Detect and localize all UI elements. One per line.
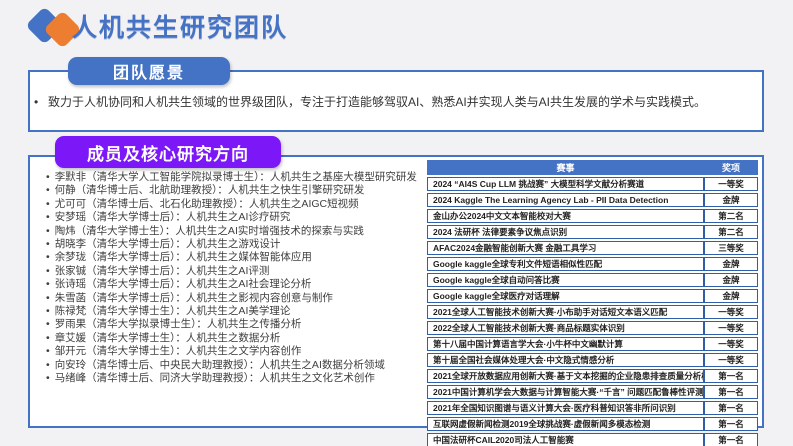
member-item: 陈禄梵（清华大学博士生）：人机共生之AI美学理论 — [46, 305, 431, 318]
awards-header-prize: 奖项 — [704, 160, 758, 175]
awards-row: 2021年全国知识图谱与语义计算大会·医疗科普知识答非所问识别第一名 — [427, 401, 758, 415]
awards-row: Google kaggle全球医疗对话理解金牌 — [427, 289, 758, 303]
award-prize: 金牌 — [704, 273, 758, 287]
award-prize: 金牌 — [704, 193, 758, 207]
member-item: 张家铖（清华大学博士后）：人机共生之AI评测 — [46, 265, 431, 278]
member-list: 李默非（清华大学人工智能学院拟录博士生）：人机共生之基座大模型研究研发何静（清华… — [46, 171, 431, 386]
member-item: 马绪峰（清华博士后、同济大学助理教授）：人机共生之文化艺术创作 — [46, 372, 431, 385]
award-prize: 一等奖 — [704, 177, 758, 191]
member-item: 李默非（清华大学人工智能学院拟录博士生）：人机共生之基座大模型研究研发 — [46, 171, 431, 184]
award-event: 2024 法研杯 法律要素争议焦点识别 — [427, 225, 704, 239]
slide: 人机共生研究团队 团队愿景 • 致力于人机协同和人机共生领域的世界级团队，专注于… — [0, 0, 793, 446]
awards-header-event: 赛事 — [427, 160, 704, 175]
award-prize: 第二名 — [704, 209, 758, 223]
member-item: 安梦瑶（清华大学博士后）：人机共生之AI诊疗研究 — [46, 211, 431, 224]
vision-label: 团队愿景 — [68, 57, 230, 85]
awards-row: 2021全球开放数据应用创新大赛·基于文本挖掘的企业隐患排查质量分析模型第一名 — [427, 369, 758, 383]
award-prize: 金牌 — [704, 289, 758, 303]
member-item: 罗雨果（清华大学拟录博士生）：人机共生之传播分析 — [46, 318, 431, 331]
bullet-dot: • — [34, 94, 48, 110]
award-prize: 第一名 — [704, 401, 758, 415]
award-event: Google kaggle全球自动问答比赛 — [427, 273, 704, 287]
award-event: 2024 “AI4S Cup LLM 挑战赛” 大模型科学文献分析赛道 — [427, 177, 704, 191]
member-item: 朱雪菡（清华大学博士后）：人机共生之影视内容创意与制作 — [46, 292, 431, 305]
award-event: 2021年全国知识图谱与语义计算大会·医疗科普知识答非所问识别 — [427, 401, 704, 415]
award-event: 2022全球人工智能技术创新大赛·商品标题实体识别 — [427, 321, 704, 335]
award-prize: 三等奖 — [704, 241, 758, 255]
award-prize: 一等奖 — [704, 353, 758, 367]
awards-row: 中国法研杯CAIL2020司法人工智能赛第一名 — [427, 433, 758, 446]
awards-row: 2024 “AI4S Cup LLM 挑战赛” 大模型科学文献分析赛道一等奖 — [427, 177, 758, 191]
member-item: 何静（清华博士后、北航助理教授）：人机共生之快生引擎研究研发 — [46, 184, 431, 197]
awards-table-body: 2024 “AI4S Cup LLM 挑战赛” 大模型科学文献分析赛道一等奖20… — [427, 177, 758, 446]
awards-row: 第十届全国社会媒体处理大会·中文隐式情感分析一等奖 — [427, 353, 758, 367]
award-event: 第十八届中国计算语言学大会·小牛杯中文幽默计算 — [427, 337, 704, 351]
awards-row: AFAC2024金融智能创新大赛 金融工具学习三等奖 — [427, 241, 758, 255]
award-event: Google kaggle全球专利文件短语相似性匹配 — [427, 257, 704, 271]
awards-table: 赛事 奖项 2024 “AI4S Cup LLM 挑战赛” 大模型科学文献分析赛… — [427, 158, 758, 446]
award-event: 2024 Kaggle The Learning Agency Lab - PI… — [427, 193, 704, 207]
award-prize: 第一名 — [704, 369, 758, 383]
awards-row: 2024 Kaggle The Learning Agency Lab - PI… — [427, 193, 758, 207]
awards-row: 2022全球人工智能技术创新大赛·商品标题实体识别一等奖 — [427, 321, 758, 335]
award-prize: 一等奖 — [704, 337, 758, 351]
awards-row: 2021全球人工智能技术创新大赛·小布助手对话短文本语义匹配一等奖 — [427, 305, 758, 319]
member-item: 余梦珑（清华大学博士后）：人机共生之媒体智能体应用 — [46, 251, 431, 264]
award-prize: 第二名 — [704, 225, 758, 239]
members-label: 成员及核心研究方向 — [55, 136, 281, 168]
page-title: 人机共生研究团队 — [72, 8, 288, 44]
award-event: 2021中国计算机学会大数据与计算智能大赛·“千言” 问题匹配鲁棒性评测 — [427, 385, 704, 399]
awards-row: 金山办公2024中文文本智能校对大赛第二名 — [427, 209, 758, 223]
award-prize: 第一名 — [704, 417, 758, 431]
member-item: 张诗瑶（清华大学博士后）：人机共生之AI社会理论分析 — [46, 278, 431, 291]
award-event: 中国法研杯CAIL2020司法人工智能赛 — [427, 433, 704, 446]
award-prize: 第一名 — [704, 385, 758, 399]
awards-row: 2024 法研杯 法律要素争议焦点识别第二名 — [427, 225, 758, 239]
member-item: 章艾媛（清华大学博士生）：人机共生之数据分析 — [46, 332, 431, 345]
member-item: 向安玲（清华博士后、中央民大助理教授）：人机共生之AI数据分析领域 — [46, 359, 431, 372]
award-event: 金山办公2024中文文本智能校对大赛 — [427, 209, 704, 223]
awards-row: 第十八届中国计算语言学大会·小牛杯中文幽默计算一等奖 — [427, 337, 758, 351]
award-event: Google kaggle全球医疗对话理解 — [427, 289, 704, 303]
award-event: 互联网虚假新闻检测2019全球挑战赛·虚假新闻多模态检测 — [427, 417, 704, 431]
vision-bullet: • 致力于人机协同和人机共生领域的世界级团队，专注于打造能够驾驭AI、熟悉AI并… — [34, 94, 750, 110]
awards-header-row: 赛事 奖项 — [427, 160, 758, 175]
awards-row: 2021中国计算机学会大数据与计算智能大赛·“千言” 问题匹配鲁棒性评测第一名 — [427, 385, 758, 399]
award-event: AFAC2024金融智能创新大赛 金融工具学习 — [427, 241, 704, 255]
member-item: 邹开元（清华大学博士生）：人机共生之文学内容创作 — [46, 345, 431, 358]
awards-row: Google kaggle全球专利文件短语相似性匹配金牌 — [427, 257, 758, 271]
member-item: 尤可可（清华博士后、北石化助理教授）：人机共生之AIGC短视频 — [46, 198, 431, 211]
award-prize: 第一名 — [704, 433, 758, 446]
award-prize: 一等奖 — [704, 321, 758, 335]
award-event: 第十届全国社会媒体处理大会·中文隐式情感分析 — [427, 353, 704, 367]
vision-bullet-text: 致力于人机协同和人机共生领域的世界级团队，专注于打造能够驾驭AI、熟悉AI并实现… — [48, 94, 706, 110]
member-item: 胡晓李（清华大学博士后）：人机共生之游戏设计 — [46, 238, 431, 251]
awards-row: 互联网虚假新闻检测2019全球挑战赛·虚假新闻多模态检测第一名 — [427, 417, 758, 431]
award-prize: 一等奖 — [704, 305, 758, 319]
award-event: 2021全球人工智能技术创新大赛·小布助手对话短文本语义匹配 — [427, 305, 704, 319]
awards-row: Google kaggle全球自动问答比赛金牌 — [427, 273, 758, 287]
award-prize: 金牌 — [704, 257, 758, 271]
member-item: 陶炜（清华大学博士生）：人机共生之AI实时增强技术的探索与实践 — [46, 225, 431, 238]
award-event: 2021全球开放数据应用创新大赛·基于文本挖掘的企业隐患排查质量分析模型 — [427, 369, 704, 383]
